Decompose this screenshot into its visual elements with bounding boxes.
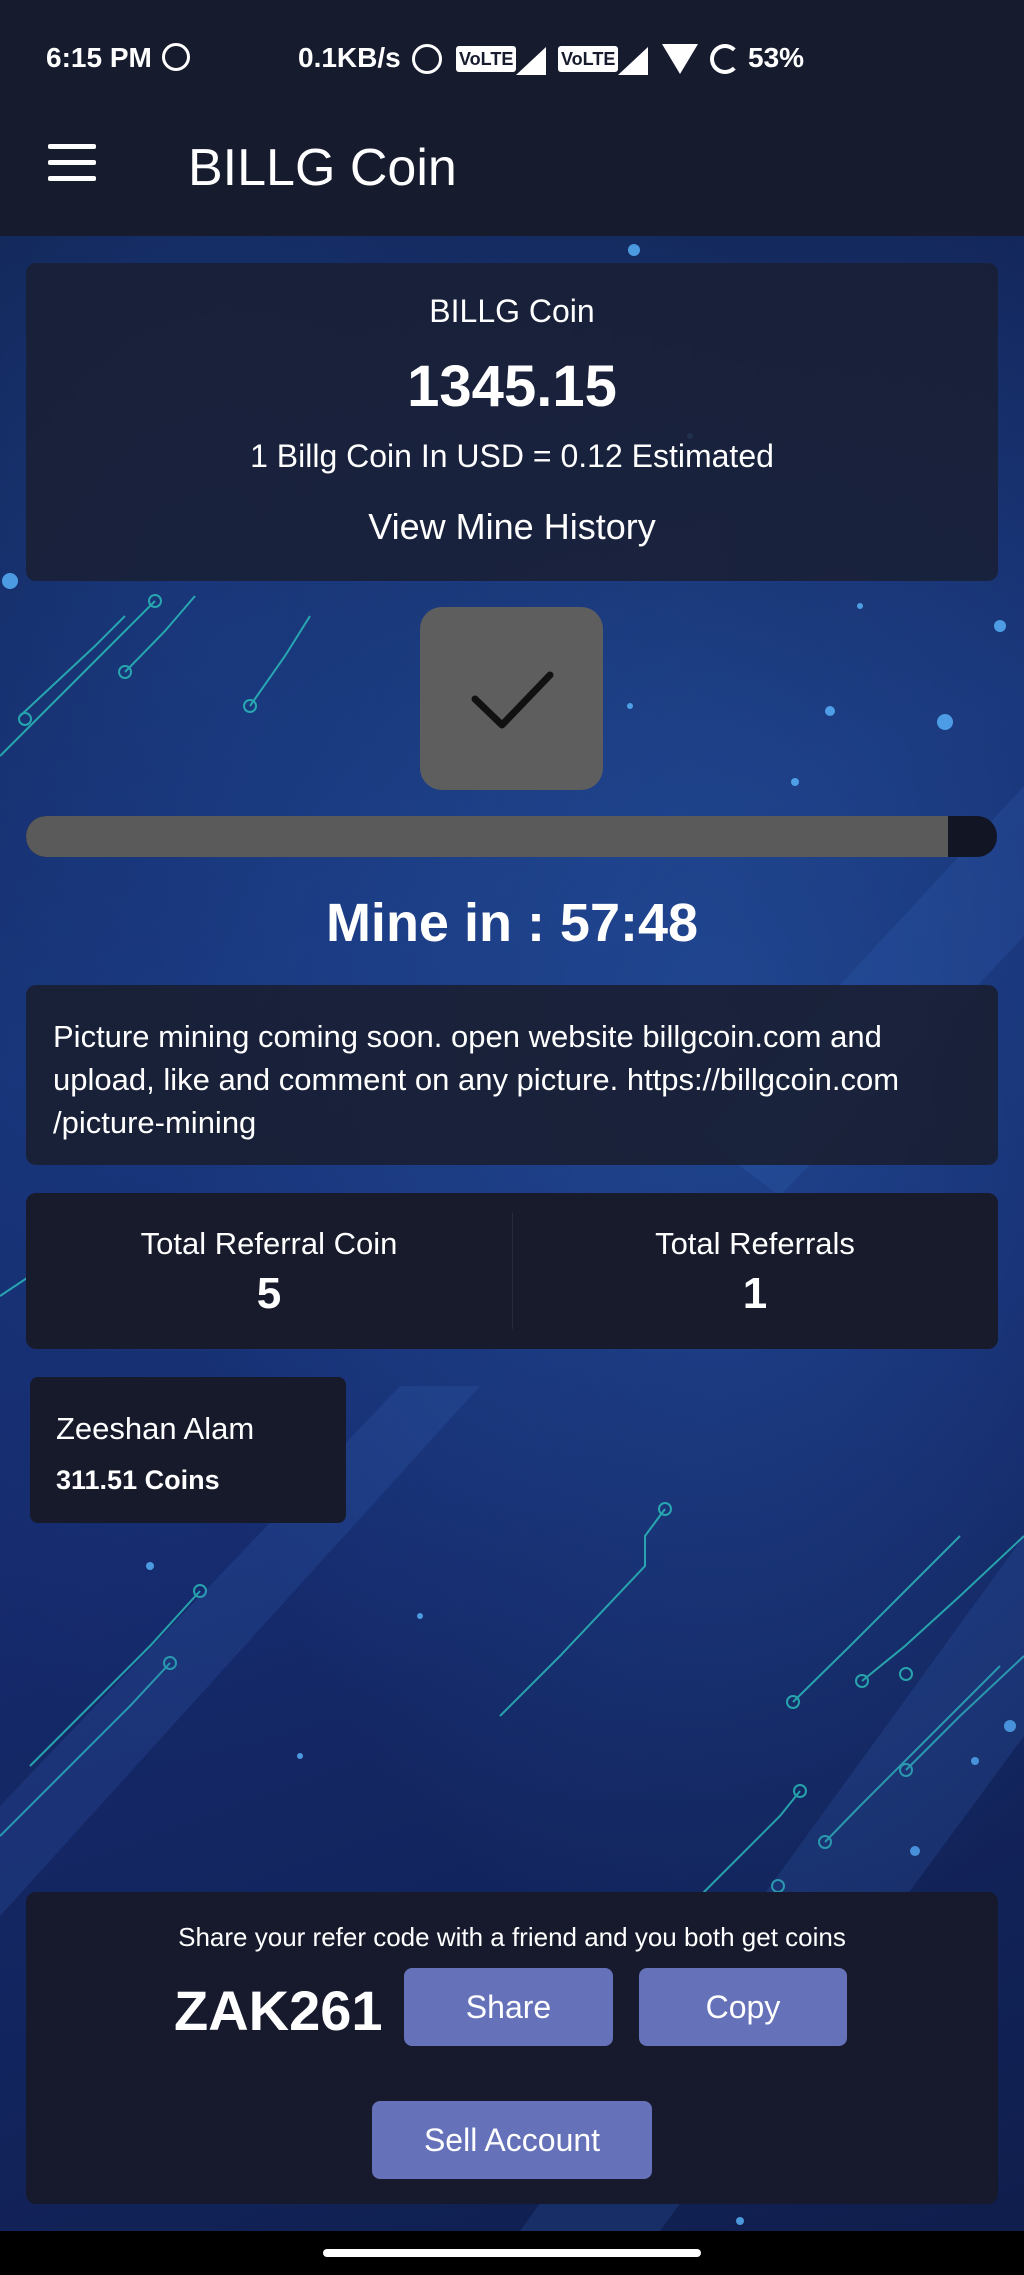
whatsapp-icon [162, 43, 190, 71]
refer-card: Share your refer code with a friend and … [26, 1892, 998, 2204]
mining-progress-fill [26, 816, 949, 857]
balance-card: BILLG Coin 1345.15 1 Billg Coin In USD =… [26, 263, 998, 581]
battery-icon [710, 44, 740, 74]
coin-balance: 1345.15 [407, 354, 617, 419]
usd-rate: 1 Billg Coin In USD = 0.12 Estimated [250, 438, 774, 474]
mine-button[interactable] [420, 607, 603, 790]
notice-card: Picture mining coming soon. open website… [26, 985, 998, 1165]
network-speed: 0.1KB/s [298, 42, 401, 73]
referral-stats-card: Total Referral Coin 5 Total Referrals 1 [26, 1193, 998, 1349]
alarm-icon [412, 44, 442, 74]
status-bar: 6:15 PM 0.1KB/s VoLTE VoLTE 53% [0, 0, 1024, 120]
status-time: 6:15 PM [46, 42, 152, 73]
home-gesture-handle[interactable] [323, 2249, 701, 2257]
view-mine-history-link[interactable]: View Mine History [26, 506, 998, 548]
mine-timer: Mine in : 57:48 [325, 893, 699, 953]
coin-name: BILLG Coin [429, 293, 595, 329]
refer-message: Share your refer code with a friend and … [178, 1922, 846, 1952]
total-referral-coin-label: Total Referral Coin [140, 1226, 398, 1261]
referral-member-card[interactable]: Zeeshan Alam 311.51 Coins [30, 1377, 346, 1523]
checkmark-icon [471, 671, 554, 729]
sell-account-button[interactable]: Sell Account [372, 2101, 652, 2179]
total-referral-coin-value: 5 [256, 1269, 282, 1318]
signal-icon [516, 47, 546, 75]
mining-progress-bar [26, 816, 997, 857]
wifi-icon [662, 44, 698, 74]
copy-button[interactable]: Copy [639, 1968, 847, 2046]
volte-badge-1: VoLTE [456, 46, 517, 72]
share-button[interactable]: Share [404, 1968, 613, 2046]
app-title: BILLG Coin [188, 139, 457, 197]
app-bar: BILLG Coin [0, 120, 1024, 236]
total-referrals: Total Referrals 1 [512, 1193, 998, 1349]
member-coins: 311.51 Coins [56, 1465, 220, 1495]
notice-text: Picture mining coming soon. open website… [53, 1019, 900, 1140]
total-referrals-label: Total Referrals [655, 1226, 855, 1261]
signal-icon-2 [618, 47, 648, 75]
volte-badge-2: VoLTE [558, 46, 619, 72]
total-referral-coin: Total Referral Coin 5 [26, 1193, 512, 1349]
refer-code: ZAK261 [174, 1979, 383, 2042]
system-nav-bar [0, 2231, 1024, 2275]
total-referrals-value: 1 [742, 1269, 768, 1318]
member-name: Zeeshan Alam [56, 1411, 255, 1446]
hamburger-icon[interactable] [48, 144, 98, 194]
battery-percent: 53% [748, 42, 805, 73]
